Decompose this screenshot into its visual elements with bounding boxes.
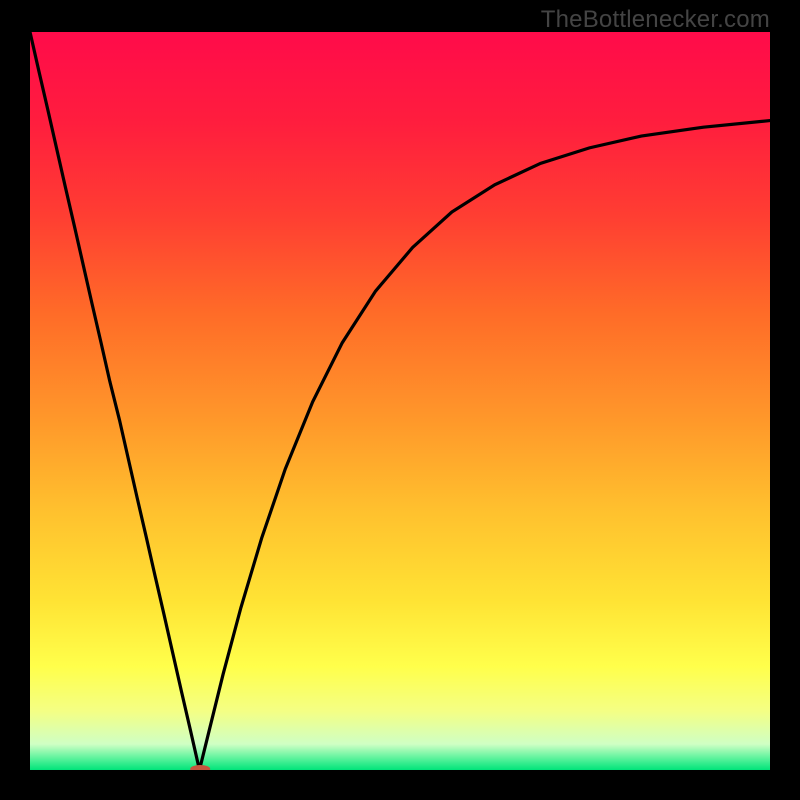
chart-background-gradient [30, 32, 770, 770]
chart-frame [30, 32, 770, 770]
watermark-text: TheBottlenecker.com [541, 6, 770, 34]
chart-svg [30, 32, 770, 770]
